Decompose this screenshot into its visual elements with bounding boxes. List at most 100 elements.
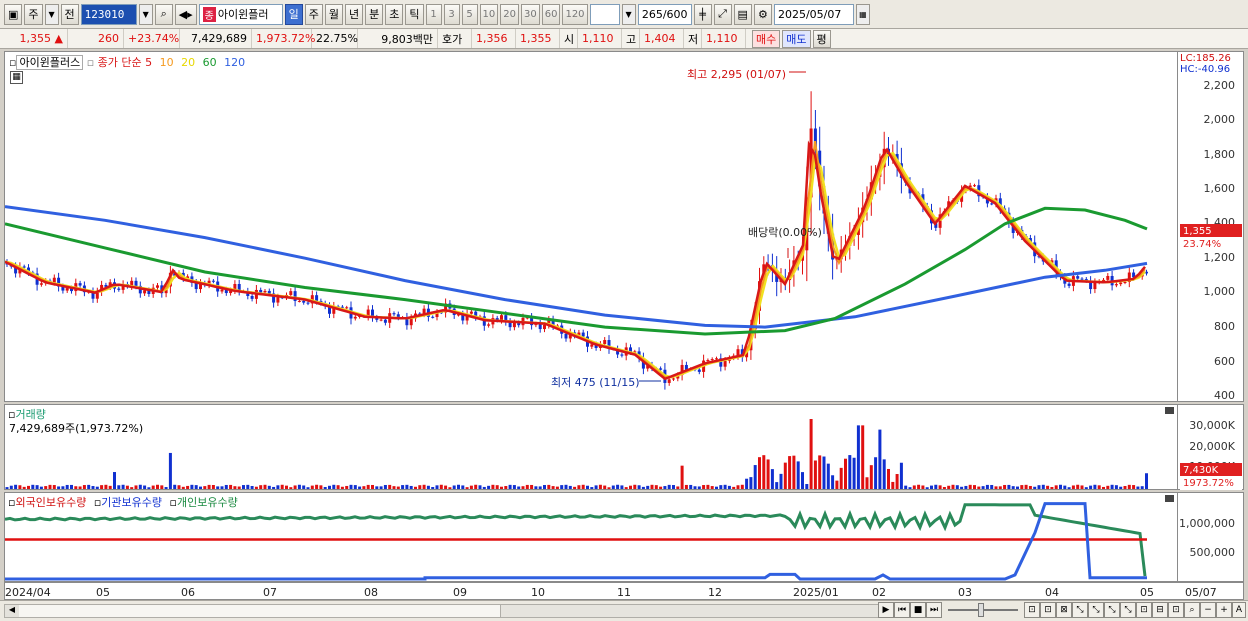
period-week[interactable]: 주	[304, 3, 323, 25]
search-icon[interactable]: ⌕	[154, 3, 173, 25]
stop-icon[interactable]: ■	[910, 602, 926, 618]
holdings-panel-close-icon[interactable]	[1165, 495, 1174, 502]
type-dropdown-icon[interactable]: ▼	[44, 3, 59, 25]
volume-bar	[134, 485, 138, 489]
scroll-track[interactable]: ◀	[4, 604, 880, 618]
volume-bar	[379, 486, 383, 489]
period-month[interactable]: 월	[324, 3, 344, 25]
x-tick-label: 10	[531, 586, 545, 599]
scroll-left-icon[interactable]: ◀	[5, 605, 19, 617]
period-day[interactable]: 일	[284, 3, 303, 25]
period-tick[interactable]: 틱	[405, 3, 424, 25]
print-icon[interactable]: ⊟	[1152, 602, 1168, 618]
price-ytick: 1,200	[1203, 251, 1236, 264]
arrow-tool-icon[interactable]: ⤡	[1104, 602, 1120, 618]
chart-type-icon[interactable]: ╪	[693, 3, 712, 25]
volume-bar	[813, 460, 817, 489]
interval-20[interactable]: 20	[500, 3, 519, 25]
volume-bar	[302, 485, 306, 489]
volume-bar	[770, 469, 774, 489]
zoom-slider-handle[interactable]	[978, 603, 984, 617]
volume-bar	[70, 484, 73, 489]
volume-bar	[955, 485, 959, 489]
zoom-out-icon[interactable]: −	[1200, 602, 1216, 618]
interval-5[interactable]: 5	[461, 3, 478, 25]
erase-icon[interactable]: ⊡	[1168, 602, 1184, 618]
scale-icon[interactable]: ⤢	[713, 3, 732, 25]
data-count-field[interactable]: 265/600	[637, 3, 692, 25]
volume-bar	[766, 459, 770, 489]
scroll-thumb[interactable]	[500, 605, 880, 617]
volume-bar	[1110, 484, 1114, 489]
volume-bar	[852, 457, 856, 489]
interval-dropdown-icon[interactable]: ▼	[621, 3, 636, 25]
volume-bar	[414, 486, 417, 489]
grid-icon[interactable]: ▦	[10, 71, 23, 84]
prev-button[interactable]: 전	[60, 3, 79, 25]
price-ytick: 400	[1214, 389, 1235, 402]
interval-60[interactable]: 60	[541, 3, 561, 25]
volume-bar	[431, 487, 435, 489]
volume-panel-close-icon[interactable]	[1165, 407, 1174, 414]
scroll-next-icon[interactable]: ▶	[878, 602, 894, 618]
candle-body	[564, 333, 568, 339]
custom-interval-input[interactable]	[589, 3, 620, 25]
line-tool-icon[interactable]: ⊠	[1056, 602, 1072, 618]
current-price-tag: 1,355	[1180, 224, 1242, 238]
interval-3[interactable]: 3	[443, 3, 460, 25]
period-year[interactable]: 년	[345, 3, 364, 25]
stock-name-field[interactable]: 종 아이윈플러	[198, 3, 283, 25]
type-select[interactable]: 주	[24, 3, 43, 25]
draw-tool-icon[interactable]: ⤡	[1088, 602, 1104, 618]
fib-tool-icon[interactable]: ⤡	[1120, 602, 1136, 618]
volume-bar	[87, 484, 91, 489]
scroll-end-icon[interactable]: ⏭	[926, 602, 942, 618]
volume-bar	[736, 485, 740, 489]
candle-body	[156, 285, 159, 288]
volume-bar	[108, 485, 112, 489]
interval-30[interactable]: 30	[520, 3, 540, 25]
period-minute[interactable]: 분	[365, 3, 384, 25]
candle-body	[345, 307, 349, 309]
copy-tool-icon[interactable]: ⊡	[1136, 602, 1152, 618]
volume-bar	[14, 484, 18, 489]
font-icon[interactable]: A	[1232, 602, 1246, 618]
volume-bar	[405, 484, 409, 489]
period-second[interactable]: 초	[385, 3, 404, 25]
holdings-panel[interactable]: ▫외국인보유수량 ▫기관보유수량 ▫개인보유수량	[4, 492, 1178, 582]
speaker-icon[interactable]: ◀▸	[174, 3, 197, 25]
save-icon[interactable]: ▤	[733, 3, 752, 25]
crosshair-icon[interactable]: ⊡	[1024, 602, 1040, 618]
volume-bar	[525, 484, 529, 489]
sell-button[interactable]: 매도	[782, 29, 811, 48]
window-icon[interactable]: ▣	[4, 3, 23, 25]
high-annotation: 최고 2,295 (01/07)	[687, 68, 787, 81]
trend-tool-icon[interactable]: ⤡	[1072, 602, 1088, 618]
zoom-search-icon[interactable]: ⌕	[1184, 602, 1200, 618]
candle-body	[706, 360, 710, 362]
buy-button[interactable]: 매수	[752, 29, 781, 48]
code-dropdown-icon[interactable]: ▼	[138, 3, 153, 25]
volume-bar	[323, 486, 327, 489]
volume-bar	[52, 485, 56, 489]
interval-1[interactable]: 1	[425, 3, 442, 25]
legend-separator: ▫	[86, 56, 95, 69]
volume-panel[interactable]: ▫거래량 7,429,689주(1,973.72%)	[4, 404, 1178, 490]
interval-120[interactable]: 120	[562, 3, 588, 25]
volume-bar	[702, 485, 706, 489]
zoom-in-icon[interactable]: +	[1216, 602, 1232, 618]
candle-body	[973, 185, 976, 187]
volume-bar	[340, 486, 344, 489]
date-input[interactable]: 2025/05/07	[773, 3, 854, 25]
gear-icon[interactable]: ⚙	[753, 3, 772, 25]
volume-bar	[164, 487, 168, 489]
stock-code-input[interactable]: 123010	[80, 3, 137, 25]
scroll-start-icon[interactable]: ⏮	[894, 602, 910, 618]
candle-body	[302, 300, 306, 303]
tool-icon[interactable]: ⊡	[1040, 602, 1056, 618]
eval-button[interactable]: 평	[812, 29, 831, 48]
volume-bar	[672, 485, 675, 489]
calendar-icon[interactable]: ▦	[855, 3, 870, 25]
interval-10[interactable]: 10	[479, 3, 499, 25]
price-chart-panel[interactable]: ▫ 아이윈플러스 ▫ 종가 단순 5 10 20 60 120 ▦ 최고 2,29…	[4, 51, 1178, 402]
